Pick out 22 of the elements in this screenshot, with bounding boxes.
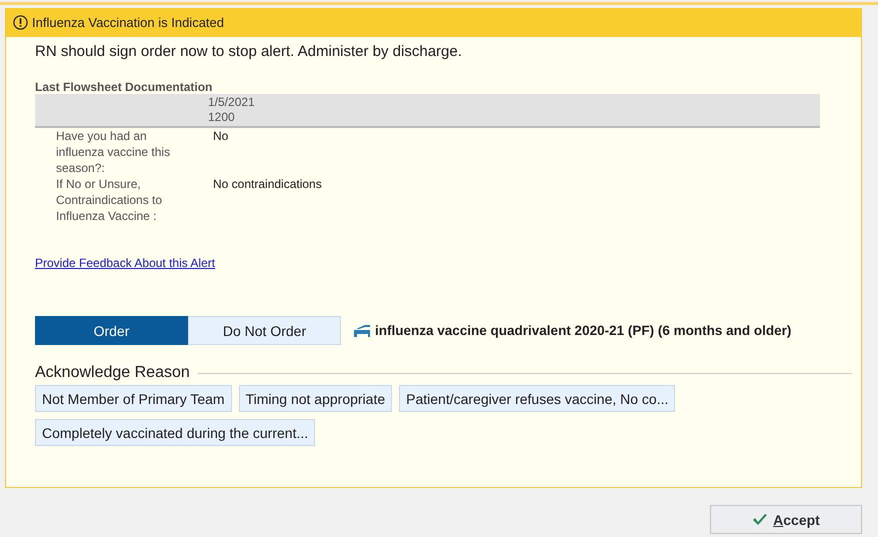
medication-name: influenza vaccine quadrivalent 2020-21 (PF) (6 months and older) xyxy=(375,323,792,338)
question-label: If No or Unsure, Contraindications to Influenza Vaccine : xyxy=(55,176,164,224)
section-title: Last Flowsheet Documentation xyxy=(35,80,214,94)
bed-icon xyxy=(353,324,371,338)
warning-icon xyxy=(13,15,28,30)
answer-value: No contraindications xyxy=(213,176,322,193)
time-text: 1200 xyxy=(208,110,236,125)
order-option[interactable]: Order xyxy=(35,316,188,345)
order-option[interactable]: Do Not Order xyxy=(188,316,341,345)
question-label: Have you had an influenza vaccine this season?: xyxy=(55,128,172,176)
accept-button[interactable]: Accept xyxy=(710,505,862,534)
reason-button[interactable]: Timing not appropriate xyxy=(238,385,392,412)
alert-title: Influenza Vaccination is Indicated xyxy=(32,15,224,30)
answer-value: No xyxy=(213,128,228,145)
date-text: 1/5/2021 xyxy=(208,95,256,110)
checkmark-icon xyxy=(752,512,768,526)
alert-message: RN should sign order now to stop alert. Administer by discharge. xyxy=(35,43,463,60)
reason-button[interactable]: Patient/caregiver refuses vaccine, No co... xyxy=(399,385,676,412)
reason-button[interactable]: Not Member of Primary Team xyxy=(35,385,232,412)
section-title: Acknowledge Reason xyxy=(35,364,190,382)
reason-button[interactable]: Completely vaccinated during the current... xyxy=(35,419,316,446)
feedback-link[interactable]: Provide Feedback About this Alert xyxy=(35,256,216,270)
